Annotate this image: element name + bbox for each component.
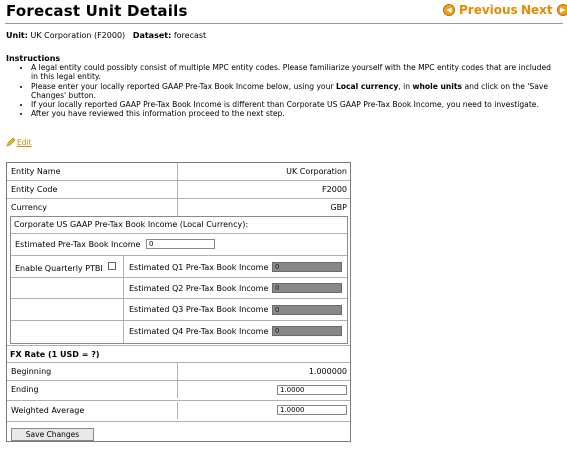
q1-income-input[interactable]: 0 (272, 262, 342, 272)
column-divider (123, 256, 124, 343)
currency-label: Currency (7, 199, 178, 216)
currency-value: GBP (330, 203, 347, 212)
arrow-right-icon: ▶ (556, 4, 567, 16)
estimated-income-input[interactable]: 0 (146, 239, 215, 249)
unit-label: Unit: (6, 31, 28, 40)
fx-ending-input[interactable]: 1.0000 (277, 385, 347, 395)
instruction-item: After you have reviewed this information… (31, 109, 551, 118)
previous-link[interactable]: ◀ Previous (443, 3, 518, 17)
row-divider (11, 255, 347, 256)
instruction-item: A legal entity could possibly consist of… (31, 63, 551, 82)
row-divider (11, 320, 347, 321)
instruction-item: If your locally reported GAAP Pre-Tax Bo… (31, 100, 551, 109)
q2-income-label: Estimated Q2 Pre-Tax Book Income (129, 284, 269, 293)
entity-code-row: Entity Code F2000 (7, 181, 350, 198)
pencil-icon (6, 137, 16, 147)
fx-ending-label: Ending (7, 381, 178, 398)
next-link[interactable]: Next ▶ (521, 3, 567, 17)
next-label: Next (521, 3, 553, 17)
row-divider (7, 400, 350, 401)
instructions-list: A legal entity could possibly consist of… (6, 63, 551, 119)
dataset-value: forecast (173, 31, 207, 40)
income-panel (10, 216, 348, 344)
instruction-item: Please enter your locally reported GAAP … (31, 82, 551, 101)
q4-income-label: Estimated Q4 Pre-Tax Book Income (129, 327, 269, 336)
row-divider (11, 233, 347, 234)
entity-name-label: Entity Name (7, 163, 178, 180)
quarterly-ptbi-checkbox[interactable] (108, 262, 116, 270)
row-divider (11, 277, 347, 278)
dataset-label: Dataset: (132, 31, 172, 40)
q3-income-label: Estimated Q3 Pre-Tax Book Income (129, 305, 269, 314)
q4-income-input[interactable]: 0 (272, 326, 342, 336)
row-divider (11, 298, 347, 299)
quarterly-ptbi-label: Enable Quarterly PTBI (15, 264, 103, 273)
fx-weighted-input[interactable]: 1.0000 (277, 405, 347, 415)
save-changes-button[interactable]: Save Changes (11, 428, 94, 441)
arrow-left-icon: ◀ (443, 4, 455, 16)
unit-value: UK Corporation (F2000) (30, 31, 126, 40)
fx-beginning-label: Beginning (7, 363, 178, 380)
edit-label: Edit (17, 138, 32, 147)
q3-income-input[interactable]: 0 (272, 305, 342, 315)
entity-name-value: UK Corporation (286, 167, 347, 176)
entity-name-row: Entity Name UK Corporation (7, 163, 350, 180)
fx-beginning-row: Beginning 1.000000 (7, 363, 350, 380)
page-title: Forecast Unit Details (6, 2, 188, 20)
q2-income-input[interactable]: 0 (272, 283, 342, 293)
edit-link[interactable]: Edit (6, 137, 32, 147)
currency-row: Currency GBP (7, 199, 350, 216)
row-divider (7, 421, 350, 422)
row-divider (7, 345, 350, 346)
instructions-heading: Instructions (6, 54, 61, 63)
entity-code-label: Entity Code (7, 181, 178, 198)
income-heading: Corporate US GAAP Pre-Tax Book Income (L… (14, 220, 249, 229)
entity-code-value: F2000 (322, 185, 347, 194)
fx-rate-heading: FX Rate (1 USD = ?) (10, 350, 100, 359)
q1-income-label: Estimated Q1 Pre-Tax Book Income (129, 263, 269, 272)
fx-weighted-label: Weighted Average (7, 402, 178, 419)
title-divider (5, 23, 563, 24)
estimated-income-label: Estimated Pre-Tax Book Income (15, 240, 141, 249)
previous-label: Previous (459, 3, 518, 17)
unit-dataset-line: Unit: UK Corporation (F2000) Dataset: fo… (6, 31, 206, 40)
fx-beginning-value: 1.000000 (308, 367, 347, 376)
